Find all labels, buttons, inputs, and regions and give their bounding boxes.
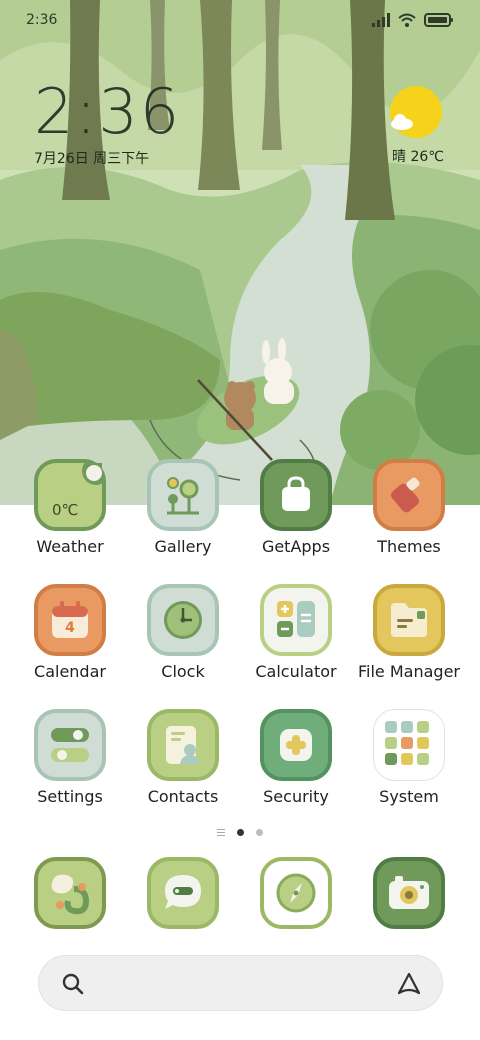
app-settings[interactable]: Settings: [14, 709, 126, 806]
clock-icon: [147, 584, 219, 656]
app-label: Calculator: [255, 662, 337, 681]
getapps-icon: [260, 459, 332, 531]
dock-browser[interactable]: [14, 857, 126, 929]
app-label: Contacts: [147, 787, 219, 806]
clock-date: 7月26日 周三下午: [34, 151, 150, 167]
app-label: Settings: [37, 787, 103, 806]
minus-one-screen-icon[interactable]: [217, 829, 225, 836]
app-label: Calendar: [34, 662, 106, 681]
app-calendar[interactable]: 4 Calendar: [14, 584, 126, 681]
sun-cloud-icon: [390, 86, 442, 138]
search-icon[interactable]: [61, 972, 85, 1000]
folder-system[interactable]: System: [353, 709, 465, 806]
search-bar[interactable]: [38, 955, 443, 1011]
file-manager-icon: [373, 584, 445, 656]
app-getapps[interactable]: GetApps: [240, 459, 352, 556]
settings-icon: [34, 709, 106, 781]
messages-icon: [147, 857, 219, 929]
clock-widget[interactable]: 2:36 7月26日 周三下午: [34, 80, 181, 168]
contacts-icon: [147, 709, 219, 781]
app-label: Weather: [36, 537, 104, 556]
calendar-day: 4: [65, 620, 75, 636]
app-file-manager[interactable]: File Manager: [353, 584, 465, 681]
status-time: 2:36: [26, 12, 58, 28]
themes-icon: [373, 459, 445, 531]
search-input[interactable]: [99, 966, 399, 1002]
app-label: Gallery: [154, 537, 212, 556]
clock-time: 2:36: [34, 75, 182, 148]
page-indicator[interactable]: [0, 829, 480, 836]
calculator-icon: [260, 584, 332, 656]
weather-temp: 0℃: [52, 501, 79, 519]
app-contacts[interactable]: Contacts: [127, 709, 239, 806]
app-label: Security: [263, 787, 329, 806]
security-icon: [260, 709, 332, 781]
calendar-icon: 4: [34, 584, 106, 656]
app-clock[interactable]: Clock: [127, 584, 239, 681]
camera-icon: [373, 857, 445, 929]
wifi-icon: [398, 12, 416, 31]
weather-icon: 0℃: [34, 459, 106, 531]
signal-icon: [372, 12, 390, 31]
app-label: GetApps: [261, 537, 331, 556]
compass-icon: [260, 857, 332, 929]
assistant-icon[interactable]: [396, 971, 422, 1001]
weather-text: 晴 26℃: [392, 149, 444, 165]
app-calculator[interactable]: Calculator: [240, 584, 352, 681]
app-weather[interactable]: 0℃ Weather: [14, 459, 126, 556]
status-icons: [372, 12, 454, 31]
weather-widget[interactable]: [388, 84, 444, 144]
app-label: File Manager: [358, 662, 460, 681]
gallery-icon: [147, 459, 219, 531]
app-label: System: [379, 787, 439, 806]
app-gallery[interactable]: Gallery: [127, 459, 239, 556]
page-dot-active[interactable]: [237, 829, 244, 836]
dock-compass[interactable]: [240, 857, 352, 929]
dock-messages[interactable]: [127, 857, 239, 929]
dock-camera[interactable]: [353, 857, 465, 929]
system-folder-icon: [373, 709, 445, 781]
browser-icon: [34, 857, 106, 929]
page-dot[interactable]: [256, 829, 263, 836]
status-bar: 2:36: [0, 0, 480, 42]
app-label: Themes: [377, 537, 441, 556]
battery-icon: [424, 12, 454, 31]
app-themes[interactable]: Themes: [353, 459, 465, 556]
app-security[interactable]: Security: [240, 709, 352, 806]
app-label: Clock: [161, 662, 205, 681]
